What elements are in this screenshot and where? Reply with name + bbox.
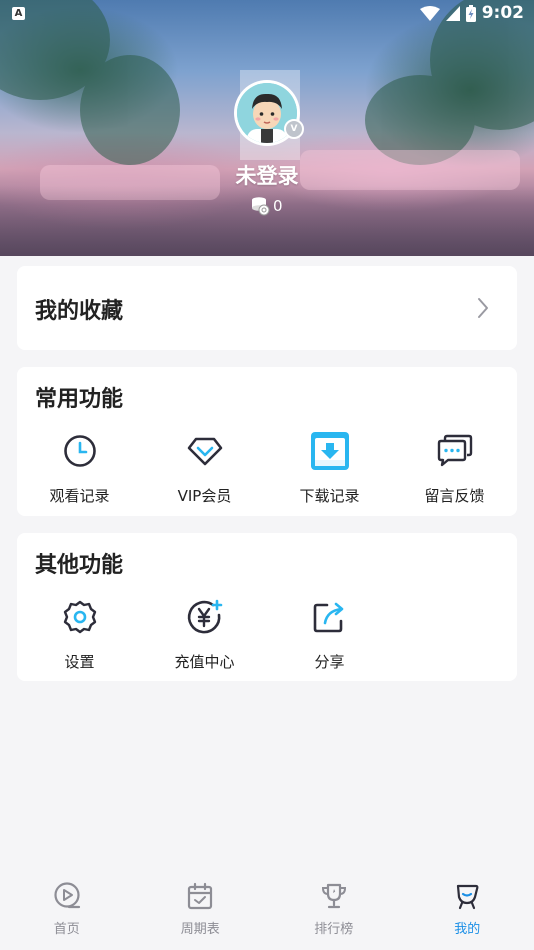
download-history-button[interactable]: 下载记录: [267, 429, 392, 506]
signal-icon: [445, 5, 460, 21]
nav-mine-label: 我的: [454, 922, 481, 937]
watch-history-button[interactable]: 观看记录: [17, 429, 142, 506]
battery-icon: [465, 4, 476, 22]
diamond-icon: [187, 437, 222, 466]
wifi-icon: [419, 5, 440, 21]
nav-schedule-tab[interactable]: 周期表: [134, 866, 268, 950]
notification-app-icon: A: [12, 7, 25, 20]
recharge-center-button[interactable]: 充值中心: [142, 595, 267, 672]
clock-icon: [63, 435, 96, 467]
download-history-label: 下载记录: [299, 487, 360, 505]
vip-member-button[interactable]: VIP会员: [142, 429, 267, 506]
nav-ranking-label: 排行榜: [314, 922, 354, 937]
feedback-button[interactable]: 留言反馈: [392, 429, 517, 506]
profile-icon: [457, 884, 479, 910]
nav-ranking-tab[interactable]: 排行榜: [267, 866, 401, 950]
coin-stack-icon: [252, 197, 270, 216]
login-status-label[interactable]: 未登录: [0, 160, 534, 190]
common-functions-card: 常用功能 观看记录 VIP会员 下载记录 留言反馈: [17, 367, 517, 516]
coin-balance: 0: [250, 196, 283, 216]
share-icon: [313, 602, 343, 633]
nav-home-label: 首页: [53, 922, 80, 937]
coin-count: 0: [273, 197, 283, 215]
play-circle-icon: [54, 882, 80, 909]
favorites-row[interactable]: 我的收藏: [17, 266, 517, 350]
chevron-right-icon: [478, 298, 488, 318]
watch-history-label: 观看记录: [49, 487, 110, 505]
download-icon: [310, 432, 349, 470]
gear-icon: [63, 600, 96, 634]
message-icon: [437, 434, 472, 467]
common-functions-title: 常用功能: [35, 387, 124, 412]
calendar-icon: [188, 882, 213, 910]
other-functions-title: 其他功能: [35, 553, 124, 578]
nav-schedule-label: 周期表: [180, 922, 220, 937]
settings-label: 设置: [64, 653, 95, 671]
trophy-icon: [321, 883, 346, 909]
settings-button[interactable]: 设置: [17, 595, 142, 672]
nav-home-tab[interactable]: 首页: [0, 866, 134, 950]
other-functions-card: 其他功能 设置 充值中心 分享: [17, 533, 517, 681]
nav-mine-tab[interactable]: 我的: [401, 866, 534, 950]
yuan-recharge-icon: [187, 599, 222, 634]
feedback-label: 留言反馈: [424, 487, 485, 505]
vip-member-label: VIP会员: [177, 487, 232, 505]
status-bar: A 9:02: [0, 0, 534, 28]
clock-time: 9:02: [481, 3, 524, 23]
vip-badge-icon: V: [284, 119, 304, 139]
share-label: 分享: [314, 653, 345, 671]
recharge-center-label: 充值中心: [174, 653, 235, 671]
favorites-title: 我的收藏: [35, 299, 124, 324]
bottom-navigation: 首页 周期表 排行榜 我的: [0, 866, 534, 950]
share-button[interactable]: 分享: [267, 595, 392, 672]
